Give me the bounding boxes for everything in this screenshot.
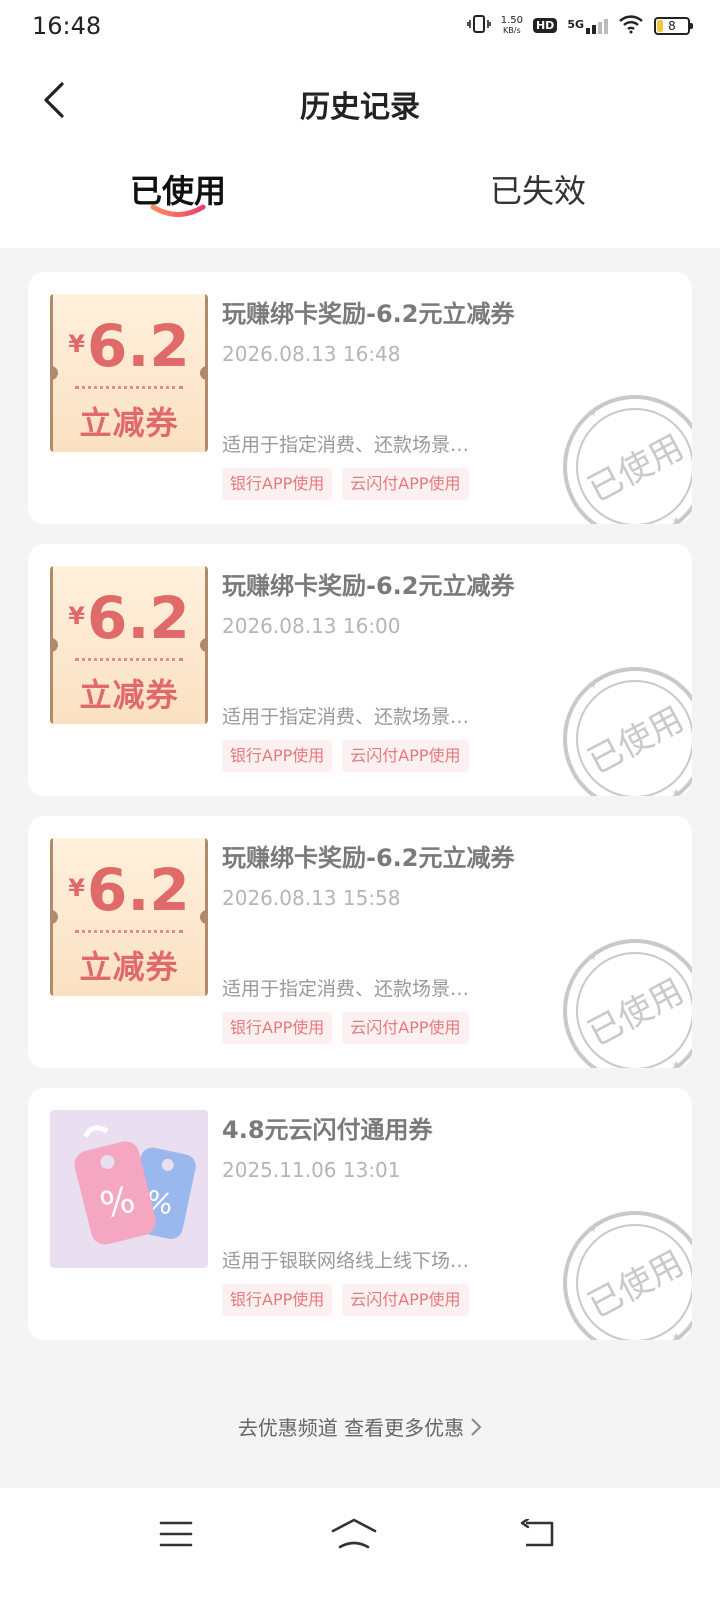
coupon-time: 2025.11.06 13:01 [222,1158,401,1182]
coupon-time: 2026.08.13 16:48 [222,342,401,366]
svg-text:★: ★ [588,408,597,419]
coupon-tags: 银行APP使用 云闪付APP使用 [222,1284,469,1316]
status-time: 16:48 [32,12,102,40]
status-icons: 1.50 KB/s HD 5G 8 [466,14,693,37]
net-speed-unit: KB/s [503,25,521,35]
status-bar: 16:48 1.50 KB/s HD 5G 8 [0,0,720,56]
vibrate-icon [466,14,491,37]
tab-active-indicator [150,204,206,217]
coupon-description: 适用于银联网络线上线下场… [222,1250,470,1272]
page-title: 历史记录 [300,90,420,125]
hd-badge: HD [532,18,558,33]
coupon-description: 适用于指定消费、还款场景… [222,978,470,1000]
svg-text:★: ★ [672,1060,681,1068]
coupon-thumbnail: ¥6.2 立减券 [50,566,208,724]
more-offers-link[interactable]: 去优惠频道 查看更多优惠 [0,1412,720,1441]
coupon-card[interactable]: ¥6.2 立减券 玩赚绑卡奖励-6.2元立减券 2026.08.13 16:48… [28,272,692,524]
coupon-thumbnail: ¥6.2 立减券 [50,294,208,452]
coupon-tag: 银行APP使用 [222,468,333,500]
svg-text:已使用: 已使用 [582,699,691,782]
coupon-tag: 云闪付APP使用 [342,468,469,500]
battery-level: 8 [668,18,676,33]
coupon-tag: 云闪付APP使用 [342,740,469,772]
svg-text:已使用: 已使用 [582,427,691,510]
coupon-tag: 银行APP使用 [222,740,333,772]
system-nav-bar [0,1488,720,1600]
net-speed-value: 1.50 [500,14,523,26]
signal-icon: 5G [567,18,608,34]
coupon-description: 适用于指定消费、还款场景… [222,706,470,728]
coupon-title: 玩赚绑卡奖励-6.2元立减券 [222,572,515,600]
coupon-card[interactable]: ¥6.2 立减券 玩赚绑卡奖励-6.2元立减券 2026.08.13 15:58… [28,816,692,1068]
coupon-tags: 银行APP使用 云闪付APP使用 [222,1012,469,1044]
svg-text:已使用: 已使用 [582,1243,691,1326]
used-stamp-icon: ★ ★ 已使用 [563,939,692,1068]
coupon-list: ¥6.2 立减券 玩赚绑卡奖励-6.2元立减券 2026.08.13 16:48… [28,272,692,1360]
coupon-thumbnail: ¥6.2 立减券 [50,838,208,996]
thumb-amount: ¥6.2 [68,312,190,380]
used-stamp-icon: ★ ★ 已使用 [563,395,692,524]
coupon-time: 2026.08.13 15:58 [222,886,401,910]
coupon-thumbnail: % % [50,1110,208,1268]
coupon-time: 2026.08.13 16:00 [222,614,401,638]
svg-text:★: ★ [588,680,597,691]
nav-menu-button[interactable] [144,1508,208,1560]
thumb-label: 立减券 [79,948,179,986]
thumb-label: 立减券 [79,676,179,714]
nav-home-button[interactable] [322,1508,386,1560]
nav-back-button[interactable] [506,1508,570,1560]
header: 历史记录 [0,56,720,144]
coupon-tag: 云闪付APP使用 [342,1284,469,1316]
tab-bar: 已使用 已失效 [0,144,720,248]
home-icon [331,1518,377,1549]
thumb-label: 立减券 [79,404,179,442]
tab-expired[interactable]: 已失效 [490,166,586,212]
svg-text:★: ★ [672,788,681,796]
used-stamp-icon: ★ ★ 已使用 [563,1211,692,1340]
coupon-tag: 银行APP使用 [222,1012,333,1044]
network-speed: 1.50 KB/s [500,14,523,36]
return-icon [520,1519,554,1547]
more-offers-label: 去优惠频道 查看更多优惠 [237,1416,465,1440]
coupon-tags: 银行APP使用 云闪付APP使用 [222,468,469,500]
svg-text:★: ★ [672,516,681,524]
coupon-title: 玩赚绑卡奖励-6.2元立减券 [222,300,515,328]
svg-text:★: ★ [672,1332,681,1340]
svg-text:★: ★ [588,952,597,963]
svg-text:已使用: 已使用 [582,971,691,1054]
signal-type: 5G [567,17,584,31]
coupon-title: 玩赚绑卡奖励-6.2元立减券 [222,844,515,872]
thumb-amount: ¥6.2 [68,856,190,924]
coupon-tags: 银行APP使用 云闪付APP使用 [222,740,469,772]
coupon-title: 4.8元云闪付通用券 [222,1116,433,1144]
menu-icon [159,1521,193,1547]
coupon-tag: 银行APP使用 [222,1284,333,1316]
thumb-amount: ¥6.2 [68,584,190,652]
wifi-icon [618,14,644,37]
chevron-right-icon [471,1417,482,1436]
discount-tag-icon: % % [50,1110,208,1268]
battery-icon: 8 [654,16,693,35]
svg-text:★: ★ [588,1224,597,1235]
coupon-tag: 云闪付APP使用 [342,1012,469,1044]
coupon-description: 适用于指定消费、还款场景… [222,434,470,456]
coupon-card[interactable]: % % 4.8元云闪付通用券 2025.11.06 13:01 适用于银联网络线… [28,1088,692,1340]
used-stamp-icon: ★ ★ 已使用 [563,667,692,796]
coupon-card[interactable]: ¥6.2 立减券 玩赚绑卡奖励-6.2元立减券 2026.08.13 16:00… [28,544,692,796]
